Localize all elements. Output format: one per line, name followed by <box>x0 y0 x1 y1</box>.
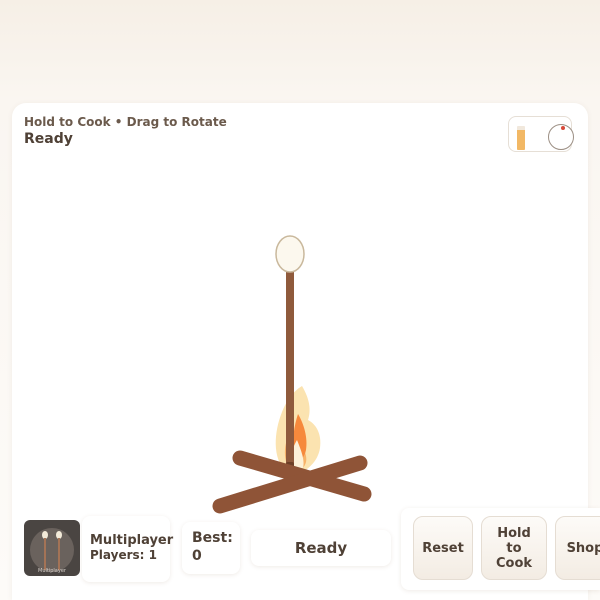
multiplayer-title: Multiplayer <box>90 533 174 548</box>
stick-shaft <box>286 268 294 476</box>
roasting-stick <box>286 268 294 476</box>
best-score-label: Best: <box>192 530 233 546</box>
player-count: Players: 1 <box>90 548 157 562</box>
marshmallow[interactable] <box>275 235 305 273</box>
multiplayer-thumbnail-label: Multiplayer <box>38 568 66 574</box>
cook-state-label: Ready <box>251 530 391 566</box>
best-score-value: 0 <box>192 548 202 564</box>
campfire-flame <box>275 386 321 474</box>
shop-button[interactable]: Shop <box>555 516 600 580</box>
multiplayer-thumbnail[interactable]: Multiplayer <box>24 520 80 576</box>
hold-to-cook-button[interactable]: Hold to Cook <box>481 516 547 580</box>
reset-button[interactable]: Reset <box>413 516 473 580</box>
